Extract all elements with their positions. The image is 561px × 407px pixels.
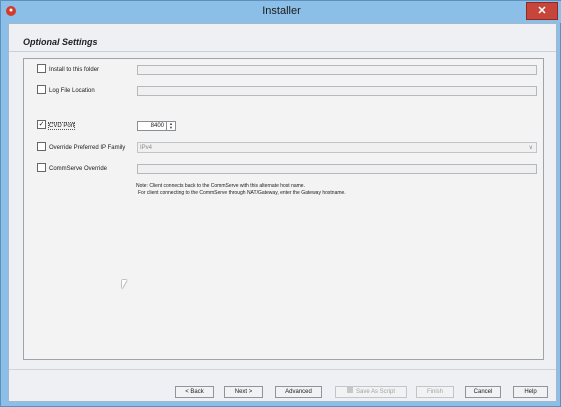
ip-family-label: Override Preferred IP Family bbox=[49, 145, 126, 152]
close-icon: ✕ bbox=[537, 5, 547, 17]
help-button[interactable]: Help bbox=[513, 386, 548, 398]
note-line-2: For client connecting to the CommServe t… bbox=[138, 190, 346, 196]
advanced-button[interactable]: Advanced bbox=[275, 386, 322, 398]
log-location-label: Log File Location bbox=[49, 88, 95, 95]
spinner-arrows-icon[interactable]: ▲ ▼ bbox=[166, 122, 175, 130]
cvd-port-label: CVD Port bbox=[47, 122, 76, 131]
installer-window-frame: ● Installer ✕ Optional Settings Install … bbox=[0, 0, 561, 407]
log-location-field[interactable] bbox=[137, 86, 537, 96]
installer-dialog: Optional Settings Install to this folder… bbox=[8, 23, 557, 402]
mouse-pointer-icon bbox=[122, 280, 127, 289]
page-title: Optional Settings bbox=[23, 37, 98, 47]
finish-button[interactable]: Finish bbox=[416, 386, 454, 398]
cvd-port-checkbox[interactable]: ✓ bbox=[37, 120, 46, 129]
checkmark-icon: ✓ bbox=[38, 121, 45, 128]
heading-divider bbox=[9, 51, 556, 52]
cancel-button[interactable]: Cancel bbox=[465, 386, 501, 398]
chevron-down-icon: ∨ bbox=[528, 145, 533, 151]
ip-family-select[interactable]: IPv4 ∨ bbox=[137, 142, 537, 153]
advanced-button-label: Advanced bbox=[285, 389, 312, 395]
close-button[interactable]: ✕ bbox=[526, 2, 558, 20]
commserve-override-label: CommServe Override bbox=[49, 166, 108, 173]
cvd-port-value: 8400 bbox=[150, 123, 164, 129]
script-icon bbox=[346, 387, 353, 394]
ip-family-value: IPv4 bbox=[140, 145, 153, 151]
ip-family-checkbox[interactable] bbox=[37, 142, 46, 151]
next-button[interactable]: Next > bbox=[224, 386, 263, 398]
note-line-1: Note: Client connects back to the CommSe… bbox=[136, 183, 305, 189]
commserve-override-field[interactable] bbox=[137, 164, 537, 174]
window-title: Installer bbox=[262, 5, 301, 17]
ip-family-row[interactable]: Override Preferred IP Family bbox=[37, 142, 126, 153]
install-folder-row[interactable]: Install to this folder bbox=[37, 64, 100, 75]
button-bar-divider bbox=[9, 369, 556, 370]
cvd-port-input[interactable]: 8400 ▲ ▼ bbox=[137, 121, 176, 131]
back-button[interactable]: < Back bbox=[175, 386, 214, 398]
settings-panel: Install to this folder Log File Location… bbox=[23, 58, 544, 360]
install-folder-label: Install to this folder bbox=[49, 67, 100, 74]
save-as-script-button[interactable]: Save As Script bbox=[335, 386, 407, 398]
install-folder-field[interactable] bbox=[137, 65, 537, 75]
cvd-port-row[interactable]: ✓ CVD Port bbox=[37, 120, 76, 131]
commserve-override-checkbox[interactable] bbox=[37, 163, 46, 172]
save-as-script-label: Save As Script bbox=[355, 389, 396, 395]
title-bar[interactable]: ● Installer ✕ bbox=[1, 1, 561, 23]
commserve-override-row[interactable]: CommServe Override bbox=[37, 163, 108, 174]
gateway-note: Note: Client connects back to the CommSe… bbox=[136, 183, 346, 197]
log-location-row[interactable]: Log File Location bbox=[37, 85, 95, 96]
log-location-checkbox[interactable] bbox=[37, 85, 46, 94]
install-folder-checkbox[interactable] bbox=[37, 64, 46, 73]
